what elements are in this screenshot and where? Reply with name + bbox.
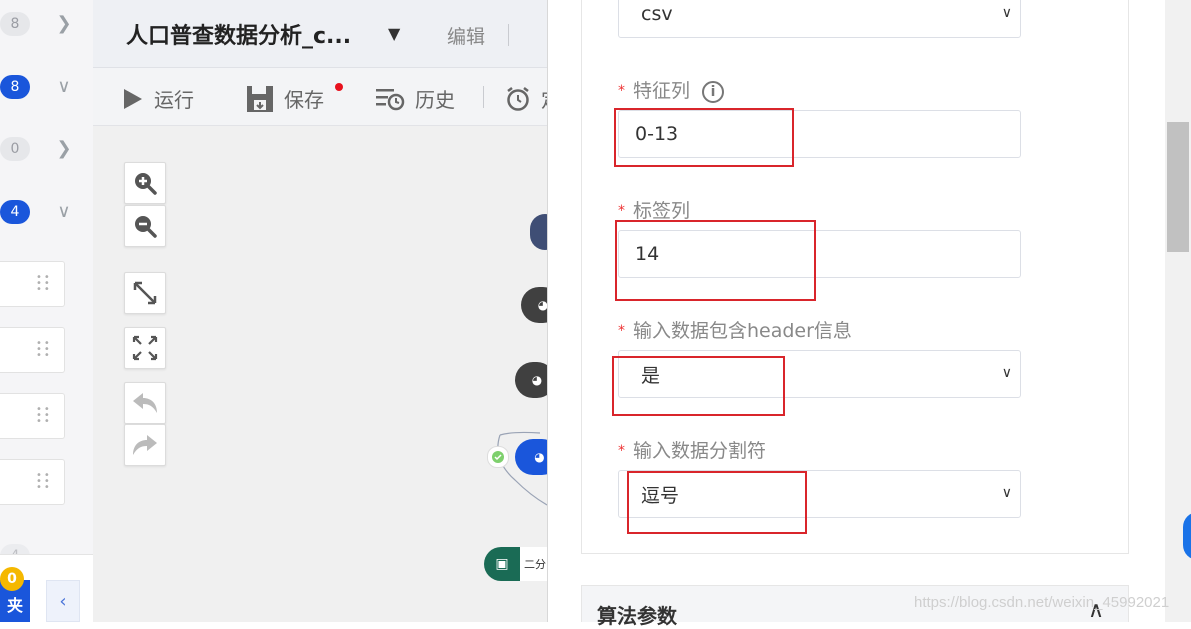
group-count-badge: 8: [0, 12, 30, 36]
save-button[interactable]: 保存: [246, 84, 324, 113]
highlight-box: [627, 471, 807, 534]
drag-handle-icon[interactable]: •• •• ••: [36, 405, 50, 427]
binary-classifier-icon: ▣: [484, 547, 520, 581]
workflow-node[interactable]: ▣ 二分: [484, 547, 547, 581]
highlight-box: [614, 108, 794, 167]
caret-down-icon[interactable]: ▼: [388, 24, 400, 43]
fullscreen-button[interactable]: [124, 327, 166, 369]
watermark: https://blog.csdn.net/weixin_45992021: [914, 594, 1170, 611]
project-title[interactable]: 人口普查数据分析_c...: [126, 18, 351, 50]
chevron-right-icon[interactable]: ❯: [54, 139, 74, 159]
format-select[interactable]: csv ∨: [618, 0, 1021, 38]
alarm-clock-icon: [507, 86, 529, 111]
gauge-icon: ◕: [534, 450, 545, 464]
favorites-count-badge: 0: [0, 567, 24, 591]
node-label: 二分: [520, 547, 547, 581]
drag-handle-icon[interactable]: •• •• ••: [36, 339, 50, 361]
group-count-badge: 8: [0, 75, 30, 99]
feature-cols-label: * 特征列 i: [618, 76, 725, 103]
save-icon: [247, 85, 273, 112]
history-button[interactable]: 历史: [375, 84, 455, 113]
zoom-in-button[interactable]: [124, 162, 166, 204]
chevron-down-icon: ∨: [1001, 485, 1012, 501]
component-card[interactable]: •• •• ••: [0, 459, 65, 505]
gauge-icon: ◕: [531, 373, 543, 387]
collapse-sidebar-button[interactable]: ‹: [46, 580, 80, 622]
chevron-down-icon[interactable]: ∨: [54, 202, 74, 222]
zoom-out-button[interactable]: [124, 205, 166, 247]
highlight-box: [612, 356, 785, 416]
undo-button[interactable]: [124, 382, 166, 424]
fit-view-button[interactable]: [124, 272, 166, 314]
history-icon: [376, 88, 405, 110]
expand-diagonal-icon: [133, 281, 157, 305]
zoom-in-icon: [135, 173, 157, 195]
scrollbar-thumb[interactable]: [1167, 122, 1189, 252]
left-sidebar: 8 ❯ 8 ∨ 0 ❯ 4 ∨ •• •• •• •• •• •• •• •• •• •• •…: [0, 0, 93, 622]
info-icon[interactable]: i: [702, 80, 725, 103]
divider: [508, 24, 509, 46]
run-button[interactable]: 运行: [122, 84, 194, 113]
chevron-down-icon: ∨: [1001, 365, 1012, 381]
delimiter-label: * 输入数据分割符: [618, 440, 767, 462]
edit-menu[interactable]: 编辑: [447, 22, 485, 49]
drag-handle-icon[interactable]: •• •• ••: [36, 273, 50, 295]
divider: [483, 86, 484, 108]
zoom-out-icon: [135, 216, 157, 238]
chevron-right-icon[interactable]: ❯: [54, 14, 74, 34]
undo-icon: [133, 393, 157, 413]
highlight-box: [615, 220, 816, 301]
redo-icon: [133, 435, 157, 455]
component-card[interactable]: •• •• ••: [0, 327, 65, 373]
group-count-badge: 4: [0, 200, 30, 224]
play-icon: [124, 88, 142, 109]
chevron-down-icon: ∨: [1001, 5, 1012, 21]
group-count-badge: 0: [0, 137, 30, 161]
fullscreen-icon: [132, 335, 158, 361]
redo-button[interactable]: [124, 424, 166, 466]
chevron-down-icon[interactable]: ∨: [54, 77, 74, 97]
algo-params-title: 算法参数: [597, 604, 677, 628]
chevron-left-icon: ‹: [59, 590, 67, 612]
label-col-label: * 标签列: [618, 200, 691, 222]
header-info-label: * 输入数据包含header信息: [618, 320, 852, 342]
component-card[interactable]: •• •• ••: [0, 393, 65, 439]
unsaved-indicator: [335, 83, 343, 91]
drag-handle-icon[interactable]: •• •• ••: [36, 471, 50, 493]
status-success-icon: [487, 446, 509, 468]
floating-help-button[interactable]: [1183, 512, 1191, 560]
component-card[interactable]: •• •• ••: [0, 261, 65, 307]
workflow-edges: [497, 431, 547, 506]
